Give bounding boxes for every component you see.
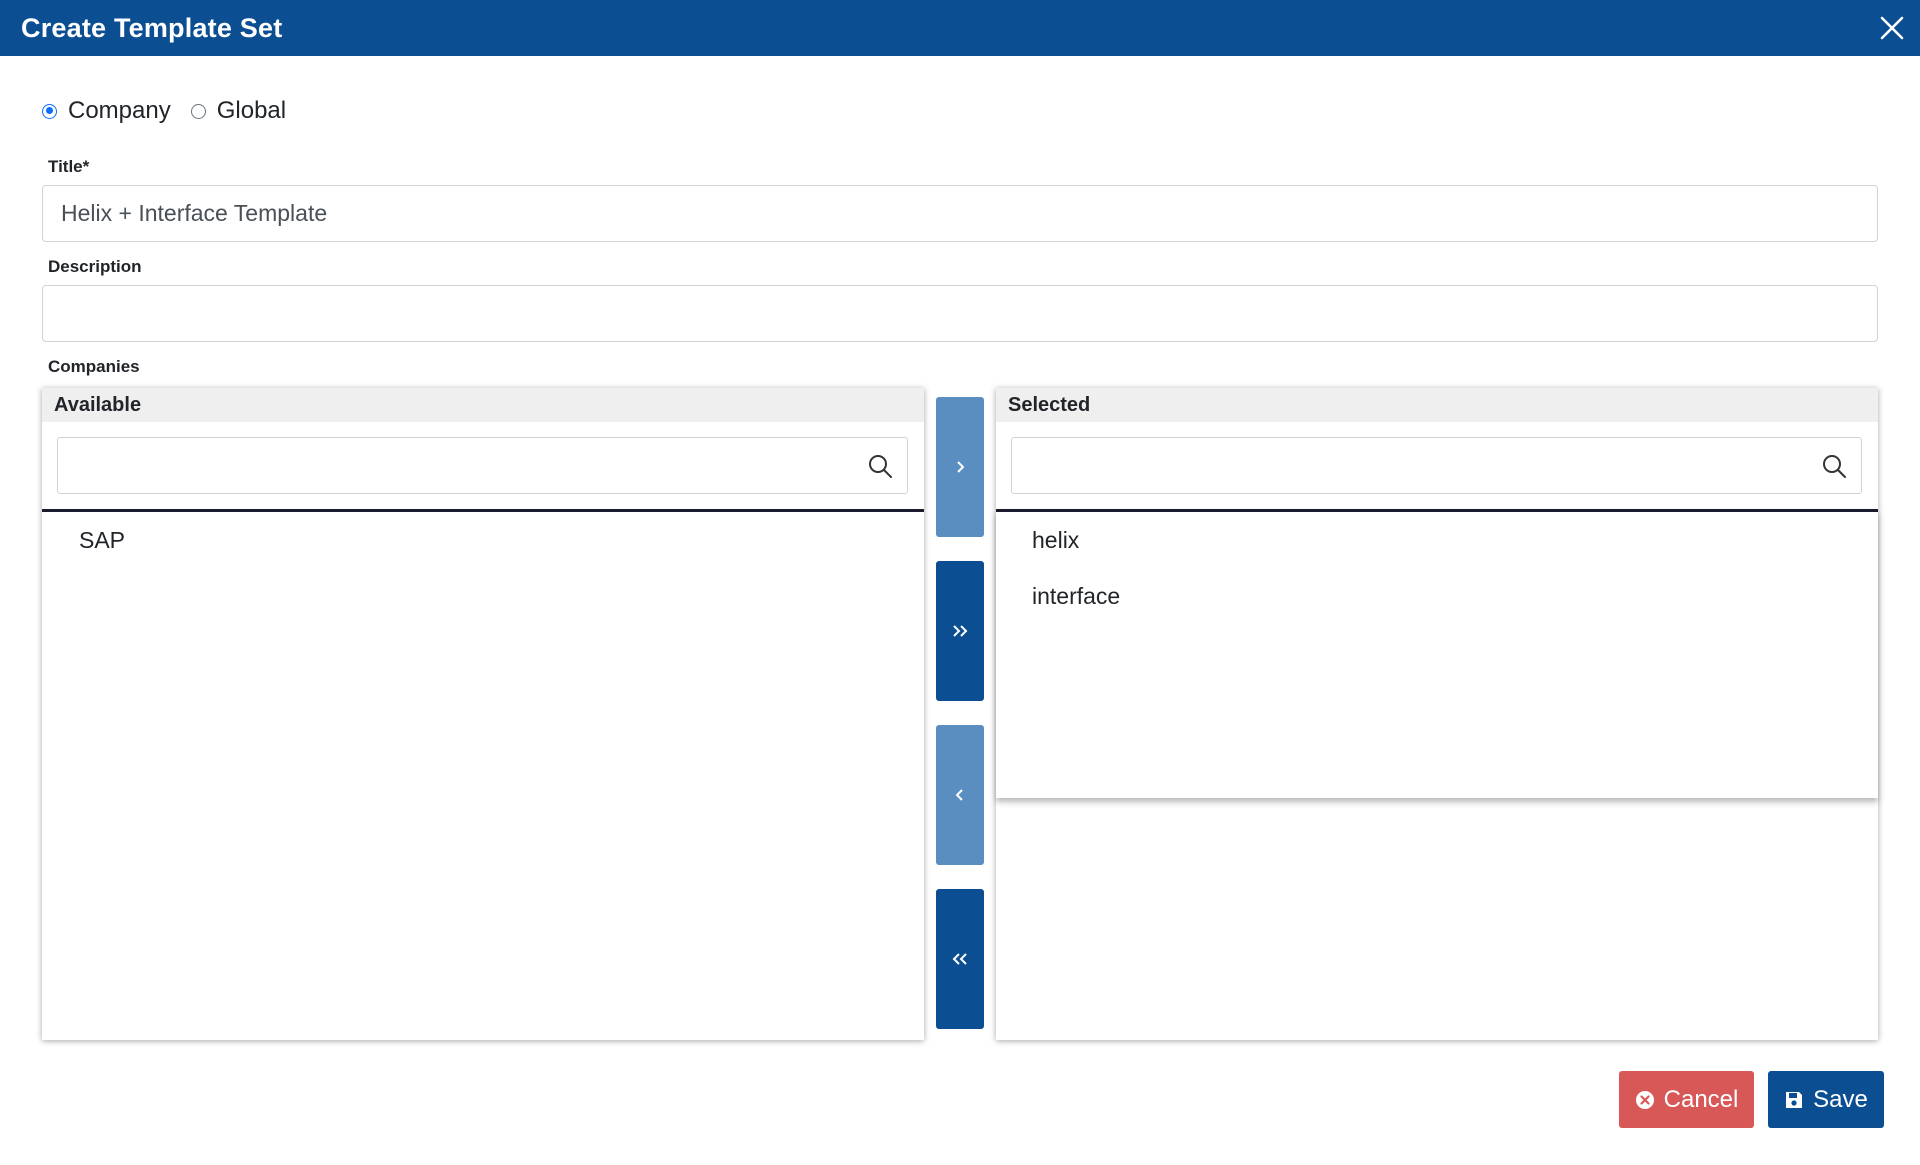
- radio-global-label: Global: [216, 97, 287, 124]
- radio-global-indicator[interactable]: [190, 103, 206, 119]
- radio-company-label: Company: [68, 97, 171, 124]
- radio-company[interactable]: Company: [42, 97, 171, 125]
- chevron-left-icon: [955, 789, 963, 801]
- search-icon[interactable]: [1821, 453, 1847, 479]
- available-items: SAP: [42, 512, 924, 568]
- dialog-header: Create Template Set: [0, 0, 1920, 56]
- save-label: Save: [1813, 1085, 1868, 1113]
- available-header: Available: [42, 388, 924, 422]
- description-label: Description: [48, 257, 142, 276]
- list-item[interactable]: interface: [996, 568, 1878, 624]
- double-chevron-right-icon: [953, 625, 968, 637]
- selected-items: helix interface: [996, 512, 1878, 624]
- radio-company-indicator[interactable]: [42, 103, 57, 119]
- title-label: Title*: [48, 157, 90, 176]
- list-item[interactable]: SAP: [42, 512, 924, 568]
- search-icon[interactable]: [867, 453, 893, 479]
- companies-label: Companies: [48, 357, 140, 376]
- double-chevron-left-icon: [952, 953, 967, 965]
- move-all-right-button[interactable]: [936, 561, 984, 701]
- move-right-button[interactable]: [936, 397, 984, 537]
- save-icon: [1786, 1091, 1803, 1108]
- move-left-button[interactable]: [936, 725, 984, 865]
- title-input[interactable]: [42, 185, 1878, 242]
- cancel-button[interactable]: Cancel: [1619, 1071, 1754, 1128]
- chevron-right-icon: [957, 461, 965, 473]
- radio-global[interactable]: Global: [190, 97, 287, 125]
- selected-search-input[interactable]: [1012, 438, 1820, 493]
- cancel-label: Cancel: [1663, 1085, 1739, 1113]
- available-search-box[interactable]: [57, 437, 908, 494]
- dialog-title: Create Template Set: [21, 13, 283, 43]
- available-search-input[interactable]: [58, 438, 866, 493]
- selected-list-panel: Selected helix interface: [996, 388, 1878, 1040]
- available-list-panel: Available SAP: [42, 388, 924, 1040]
- description-input[interactable]: [42, 285, 1878, 342]
- scope-radio-group: Company Global: [42, 97, 306, 125]
- cancel-circle-icon: [1635, 1090, 1654, 1109]
- move-all-left-button[interactable]: [936, 889, 984, 1029]
- list-item[interactable]: helix: [996, 512, 1878, 568]
- close-icon[interactable]: [1874, 10, 1910, 46]
- selected-header: Selected: [996, 388, 1878, 422]
- save-button[interactable]: Save: [1768, 1071, 1884, 1128]
- selected-search-box[interactable]: [1011, 437, 1862, 494]
